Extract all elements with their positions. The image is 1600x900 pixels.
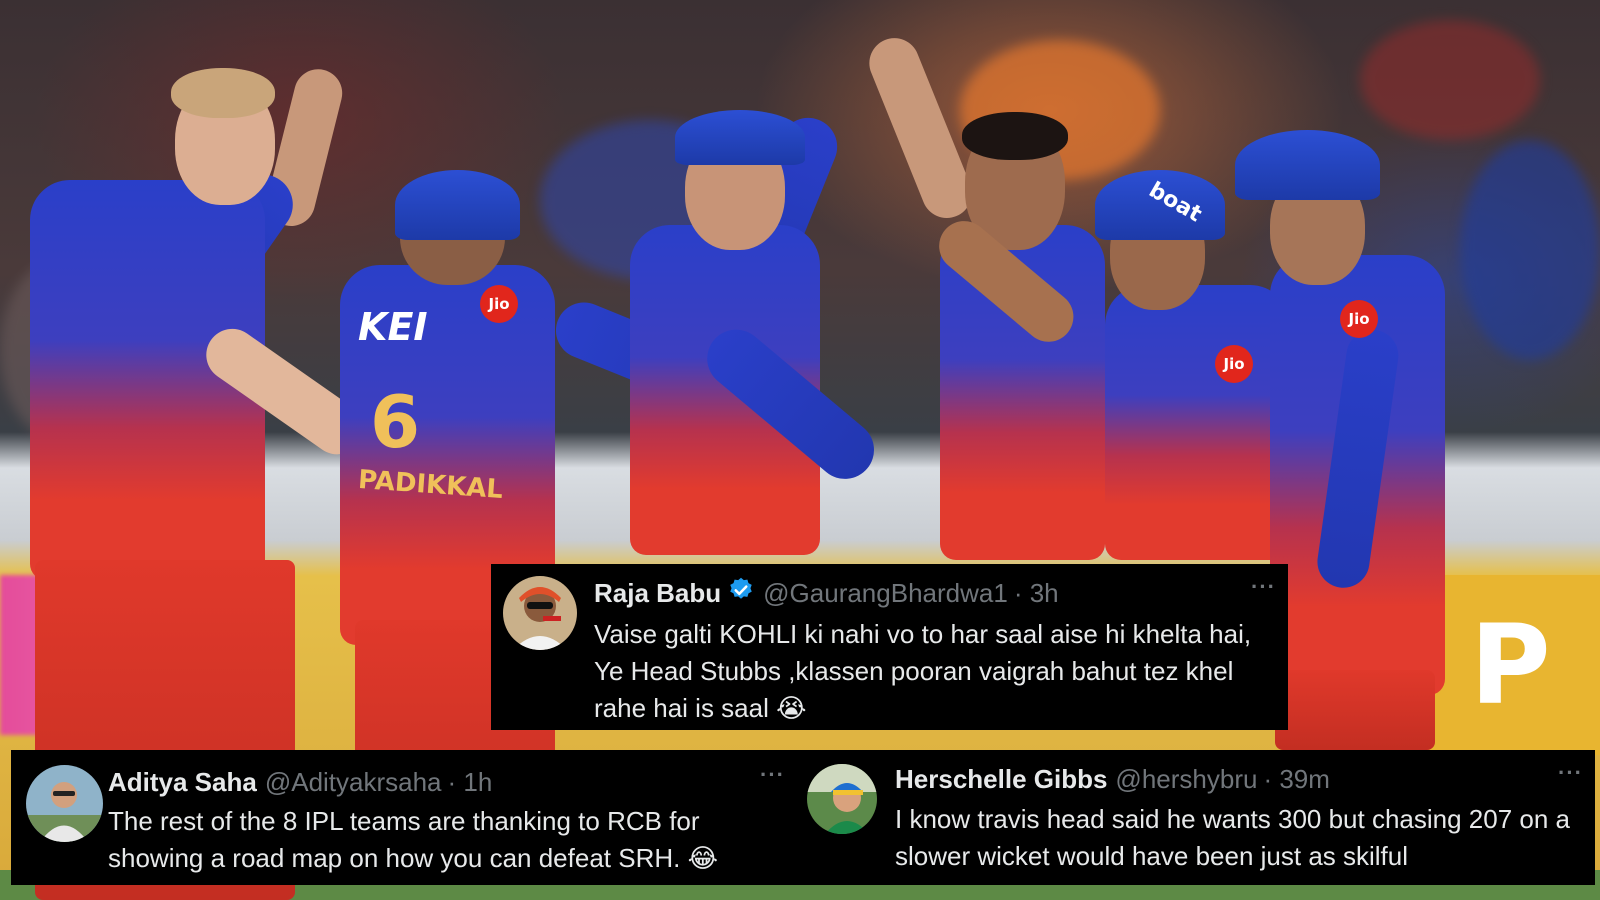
tweet-timestamp[interactable]: · 1h bbox=[448, 767, 493, 798]
tweet-text: Vaise galti KOHLI ki nahi vo to har saal… bbox=[594, 616, 1284, 727]
jersey-sponsor-kei: KEI bbox=[358, 305, 428, 349]
jersey-number: 6 bbox=[370, 380, 421, 464]
tweet-timestamp[interactable]: · 3h bbox=[1014, 578, 1059, 609]
player-cap bbox=[675, 110, 805, 165]
tweet-timestamp[interactable]: · 39m bbox=[1263, 764, 1329, 795]
tweet-header: Herschelle Gibbs @hershybru · 39m bbox=[895, 762, 1330, 796]
avatar[interactable] bbox=[26, 765, 103, 842]
player-cap bbox=[395, 170, 520, 240]
tweet-text-content: The rest of the 8 IPL teams are thanking… bbox=[108, 806, 700, 873]
avatar[interactable] bbox=[503, 576, 577, 650]
player-raised-arm bbox=[861, 30, 980, 226]
laughing-emoji-icon: 😂 bbox=[687, 843, 718, 873]
avatar[interactable] bbox=[807, 764, 877, 834]
player-cap bbox=[1235, 130, 1380, 200]
tweet-text: I know travis head said he wants 300 but… bbox=[895, 801, 1595, 875]
display-name[interactable]: Raja Babu bbox=[594, 578, 721, 609]
tweet-text-content: I know travis head said he wants 300 but… bbox=[895, 804, 1570, 871]
tweet-card-aditya-saha[interactable]: Aditya Saha @Adityakrsaha · 1h ··· The r… bbox=[11, 750, 801, 885]
more-options-icon[interactable]: ··· bbox=[760, 762, 785, 788]
user-handle[interactable]: @hershybru bbox=[1115, 764, 1257, 795]
tweet-card-raja-babu[interactable]: Raja Babu @GaurangBhardwa1 · 3h ··· Vais… bbox=[491, 564, 1288, 730]
user-handle[interactable]: @Adityakrsaha bbox=[265, 767, 442, 798]
player-hair bbox=[962, 112, 1068, 160]
display-name[interactable]: Aditya Saha bbox=[108, 767, 257, 798]
user-handle[interactable]: @GaurangBhardwa1 bbox=[763, 578, 1008, 609]
verified-badge-icon bbox=[727, 576, 755, 611]
player-4 bbox=[860, 30, 1120, 560]
more-options-icon[interactable]: ··· bbox=[1558, 760, 1583, 786]
tweet-text-content: Vaise galti KOHLI ki nahi vo to har saal… bbox=[594, 619, 1252, 723]
tweet-header: Aditya Saha @Adityakrsaha · 1h bbox=[108, 765, 492, 799]
jersey-sponsor-jio: Jio bbox=[1340, 300, 1378, 338]
crowd-blur bbox=[1360, 20, 1540, 140]
display-name[interactable]: Herschelle Gibbs bbox=[895, 764, 1107, 795]
player-trousers bbox=[1275, 670, 1435, 750]
advertising-board-letter: P bbox=[1470, 601, 1551, 729]
crying-emoji-icon: 😭 bbox=[776, 693, 807, 723]
player-hair bbox=[171, 68, 275, 118]
crowd-blur bbox=[1460, 140, 1600, 360]
tweet-card-herschelle-gibbs[interactable]: Herschelle Gibbs @hershybru · 39m ··· I … bbox=[793, 750, 1595, 885]
more-options-icon[interactable]: ··· bbox=[1251, 574, 1276, 600]
tweet-text: The rest of the 8 IPL teams are thanking… bbox=[108, 803, 798, 877]
jersey-sponsor-jio: Jio bbox=[480, 285, 518, 323]
tweet-header: Raja Babu @GaurangBhardwa1 · 3h bbox=[594, 576, 1059, 610]
